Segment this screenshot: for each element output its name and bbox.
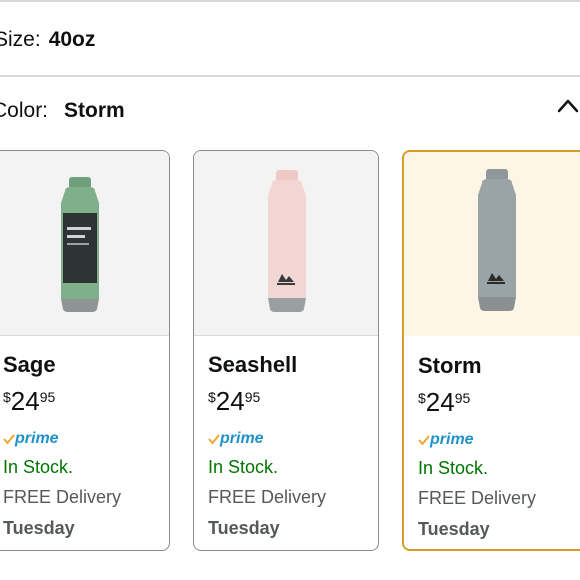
prime-badge: prime xyxy=(208,430,264,450)
prime-badge: prime xyxy=(418,431,474,451)
prime-badge: prime xyxy=(3,430,59,450)
stock-status: In Stock. xyxy=(208,457,279,477)
option-price: $2495 xyxy=(418,387,471,417)
size-value: 40oz xyxy=(48,28,96,51)
option-details: Sage $2495 prime In Stock. FREE Delivery… xyxy=(0,335,169,550)
size-selector[interactable]: Size: 40oz xyxy=(0,26,95,54)
option-name: Sage xyxy=(3,352,56,377)
stock-status: In Stock. xyxy=(3,457,74,477)
color-option-sage[interactable]: Sage $2495 prime In Stock. FREE Delivery… xyxy=(0,150,170,551)
stock-status: In Stock. xyxy=(418,458,489,478)
delivery-day: Tuesday xyxy=(208,518,280,538)
color-label: Color: xyxy=(0,99,49,122)
delivery-text: FREE Delivery xyxy=(208,487,327,507)
option-price: $2495 xyxy=(3,386,56,416)
delivery-day: Tuesday xyxy=(418,519,490,539)
check-icon xyxy=(208,434,220,445)
option-price: $2495 xyxy=(208,386,261,416)
option-name: Seashell xyxy=(208,352,298,377)
product-image xyxy=(404,152,580,337)
color-value: Storm xyxy=(64,99,125,122)
option-details: Storm $2495 prime In Stock. FREE Deliver… xyxy=(404,336,580,549)
product-image xyxy=(0,151,169,336)
color-option-storm[interactable]: Storm $2495 prime In Stock. FREE Deliver… xyxy=(402,150,580,551)
option-name: Storm xyxy=(418,353,482,378)
option-details: Seashell $2495 prime In Stock. FREE Deli… xyxy=(194,335,378,550)
section-divider xyxy=(0,75,580,77)
size-label: Size: xyxy=(0,28,41,51)
bottle-image xyxy=(61,177,99,312)
bottle-image xyxy=(478,169,516,311)
check-icon xyxy=(3,434,15,445)
chevron-up-icon[interactable] xyxy=(557,97,579,113)
delivery-text: FREE Delivery xyxy=(418,488,537,508)
delivery-day: Tuesday xyxy=(3,518,75,538)
color-header[interactable]: Color: Storm xyxy=(0,97,125,125)
bottle-image xyxy=(268,170,306,312)
product-image xyxy=(194,151,378,336)
top-divider xyxy=(0,0,580,2)
delivery-text: FREE Delivery xyxy=(3,487,122,507)
check-icon xyxy=(418,435,430,446)
color-option-seashell[interactable]: Seashell $2495 prime In Stock. FREE Deli… xyxy=(193,150,379,551)
